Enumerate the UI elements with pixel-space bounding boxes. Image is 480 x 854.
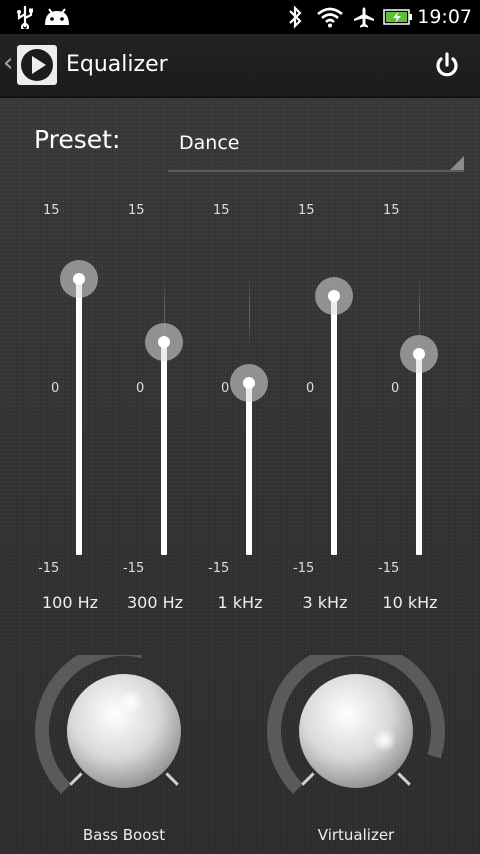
virtualizer-label: Virtualizer <box>317 826 395 844</box>
bass-boost-knob[interactable] <box>34 642 214 815</box>
knob-indicator <box>372 728 397 753</box>
band-label: 3 kHz <box>302 593 348 612</box>
android-icon <box>42 0 72 34</box>
knob-tick <box>69 772 83 786</box>
slider-fill <box>416 353 422 555</box>
scale-max-label: 15 <box>383 203 400 218</box>
slider-fill <box>246 382 252 555</box>
slider-fill <box>161 342 167 555</box>
scale-min-label: -15 <box>38 561 60 576</box>
knob-graphic <box>267 642 445 794</box>
slider-thumb[interactable] <box>315 277 353 316</box>
battery-charging-icon <box>382 0 414 34</box>
band-label: 100 Hz <box>41 593 99 612</box>
eq-band-10khz: 15 0 -15 10 kHz <box>375 195 465 615</box>
slider-track <box>249 277 250 347</box>
scale-mid-label: 0 <box>306 381 315 396</box>
knob-body <box>67 674 181 788</box>
dropdown-arrow-icon <box>450 156 464 170</box>
band-label: 1 kHz <box>217 593 263 612</box>
play-icon <box>21 49 53 81</box>
power-button[interactable] <box>430 48 464 82</box>
wifi-icon <box>314 0 346 34</box>
chevron-left-icon[interactable]: ‹ <box>3 48 13 78</box>
bluetooth-icon <box>284 0 306 34</box>
app-icon[interactable] <box>17 45 57 85</box>
scale-min-label: -15 <box>378 561 400 576</box>
knob-tick <box>397 772 411 786</box>
eq-band-3khz: 15 0 -15 3 kHz <box>290 195 380 615</box>
preset-dropdown[interactable]: Dance <box>168 122 464 172</box>
knob-indicator <box>119 689 144 714</box>
knob-tick <box>301 772 315 786</box>
scale-mid-label: 0 <box>221 381 230 396</box>
usb-icon <box>12 0 38 34</box>
slider-thumb[interactable] <box>145 323 183 362</box>
scale-mid-label: 0 <box>391 381 400 396</box>
band-label: 10 kHz <box>382 593 438 612</box>
slider-fill <box>76 279 82 555</box>
status-time: 19:07 <box>417 6 472 28</box>
eq-band-300hz: 15 0 -15 300 Hz <box>120 195 210 615</box>
slider-thumb[interactable] <box>60 260 98 298</box>
action-bar: ‹ Equalizer <box>0 34 480 98</box>
scale-max-label: 15 <box>298 203 315 218</box>
band-label: 300 Hz <box>126 593 184 612</box>
status-bar: 19:07 <box>0 0 480 34</box>
airplane-icon <box>350 0 378 34</box>
slider-thumb[interactable] <box>400 334 438 373</box>
eq-band-1khz: 15 0 -15 1 kHz <box>205 195 295 615</box>
scale-min-label: -15 <box>123 561 145 576</box>
knob-graphic <box>35 642 181 794</box>
scale-max-label: 15 <box>128 203 145 218</box>
knob-tick <box>165 772 179 786</box>
app-title: Equalizer <box>66 52 168 77</box>
bass-boost-label: Bass Boost <box>82 826 166 844</box>
scale-min-label: -15 <box>208 561 230 576</box>
virtualizer-knob[interactable] <box>266 642 446 815</box>
slider-fill <box>331 296 337 555</box>
scale-max-label: 15 <box>43 203 60 218</box>
knob-body <box>299 674 413 788</box>
scale-max-label: 15 <box>213 203 230 218</box>
eq-band-100hz: 15 0 -15 100 Hz <box>35 195 125 615</box>
scale-mid-label: 0 <box>136 381 145 396</box>
slider-thumb[interactable] <box>230 363 268 402</box>
power-icon <box>436 52 458 77</box>
scale-min-label: -15 <box>293 561 315 576</box>
scale-mid-label: 0 <box>51 381 60 396</box>
preset-label: Preset: <box>34 125 121 154</box>
preset-value: Dance <box>179 132 240 154</box>
